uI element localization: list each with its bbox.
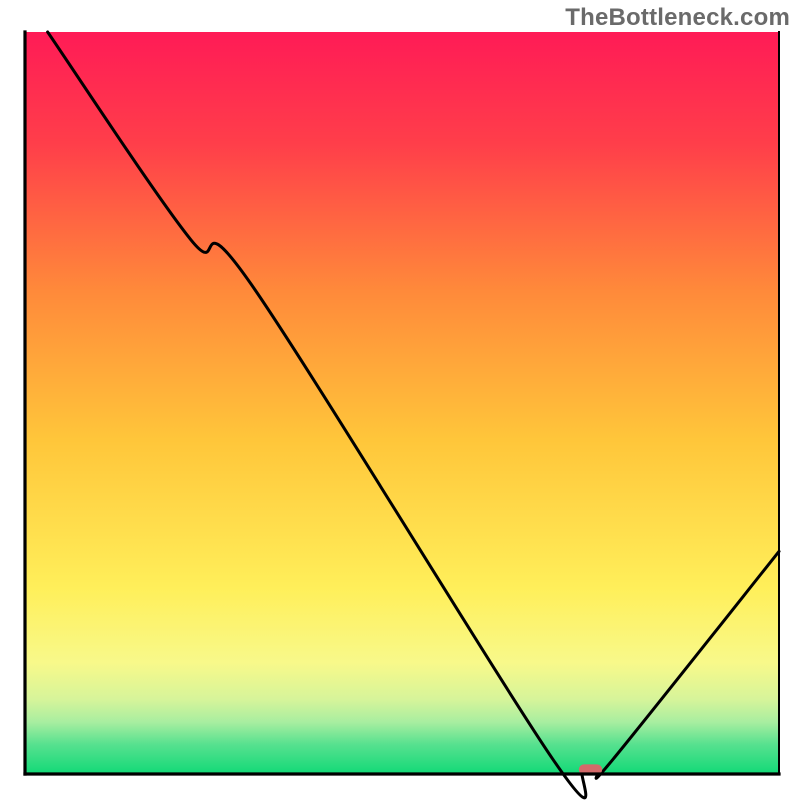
watermark-text: TheBottleneck.com [565,4,790,32]
plot-background [25,32,779,774]
bottleneck-chart [0,0,800,800]
chart-container: TheBottleneck.com [0,0,800,800]
